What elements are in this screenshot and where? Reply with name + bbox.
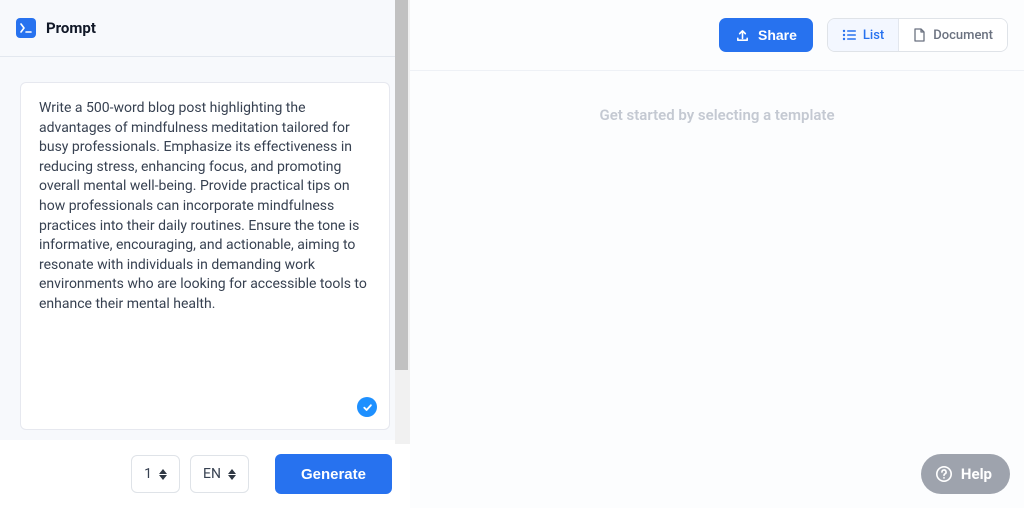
help-button[interactable]: Help xyxy=(921,454,1010,494)
view-segmented-control: List Document xyxy=(827,18,1008,52)
prompt-title: Prompt xyxy=(46,19,96,37)
help-label: Help xyxy=(961,465,992,483)
tab-document-label: Document xyxy=(933,28,993,43)
tab-list-label: List xyxy=(863,28,884,43)
list-icon xyxy=(842,29,856,41)
language-arrows-icon xyxy=(228,469,236,480)
right-empty-state: Get started by selecting a template xyxy=(410,71,1024,508)
quantity-value: 1 xyxy=(144,466,152,482)
prompt-textarea[interactable] xyxy=(39,99,371,378)
prompt-icon xyxy=(16,18,36,38)
share-label: Share xyxy=(758,27,797,43)
share-icon xyxy=(735,28,750,43)
prompt-area xyxy=(0,57,410,440)
quantity-stepper[interactable]: 1 xyxy=(131,455,180,493)
left-panel: Prompt 1 EN xyxy=(0,0,410,508)
check-icon[interactable] xyxy=(357,397,377,417)
tab-document[interactable]: Document xyxy=(898,19,1007,51)
controls-row: 1 EN Generate xyxy=(0,440,410,508)
right-panel: Share List xyxy=(410,0,1024,508)
generate-button[interactable]: Generate xyxy=(275,454,392,494)
prompt-header: Prompt xyxy=(0,0,410,57)
help-icon xyxy=(935,465,953,483)
left-scrollbar[interactable] xyxy=(395,0,410,444)
language-selector[interactable]: EN xyxy=(190,455,249,493)
app-root: Prompt 1 EN xyxy=(0,0,1024,508)
language-value: EN xyxy=(203,466,221,482)
document-icon xyxy=(913,28,926,42)
empty-state-text: Get started by selecting a template xyxy=(599,106,834,508)
stepper-arrows-icon xyxy=(159,469,167,480)
right-topbar: Share List xyxy=(410,0,1024,71)
share-button[interactable]: Share xyxy=(719,18,813,52)
tab-list[interactable]: List xyxy=(828,19,898,51)
prompt-card xyxy=(20,82,390,430)
scrollbar-thumb[interactable] xyxy=(395,0,408,370)
